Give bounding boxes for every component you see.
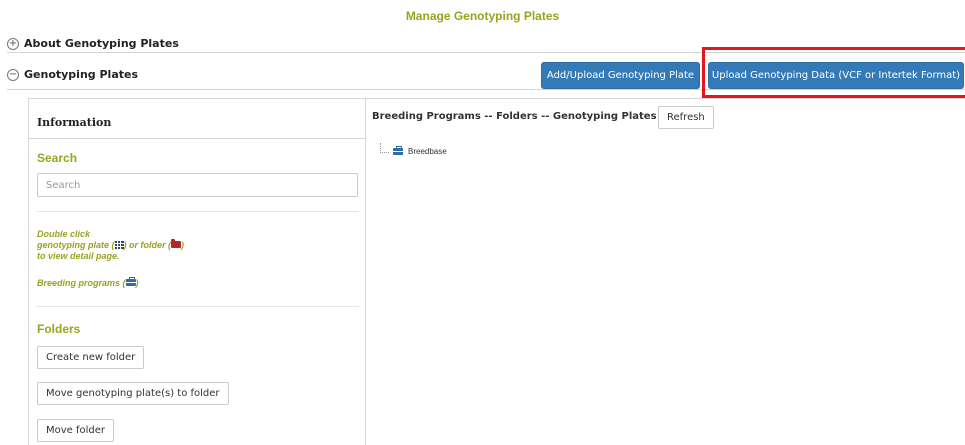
tree-connector: [380, 143, 389, 153]
tree-node-label[interactable]: Breedbase: [408, 147, 447, 156]
info-panel: Information Search Double click genotypi…: [28, 98, 366, 445]
briefcase-icon: [393, 146, 403, 155]
hint-programs: Breeding programs (): [37, 277, 139, 288]
refresh-button[interactable]: Refresh: [658, 106, 714, 129]
search-input[interactable]: [37, 173, 358, 197]
folder-icon: [171, 239, 181, 248]
info-header: Information: [37, 116, 112, 129]
divider: [28, 138, 365, 139]
expand-icon[interactable]: +: [7, 37, 19, 50]
divider: [36, 306, 359, 307]
search-heading: Search: [37, 151, 78, 165]
hint-line-2: genotyping plate () or folder (): [37, 239, 184, 250]
plates-section-label[interactable]: Genotyping Plates: [24, 68, 138, 81]
grid-icon: [114, 241, 124, 249]
create-folder-button[interactable]: Create new folder: [37, 346, 145, 369]
add-upload-plate-button[interactable]: Add/Upload Genotyping Plate: [541, 62, 700, 89]
move-plates-to-folder-button[interactable]: Move genotyping plate(s) to folder: [37, 382, 229, 405]
collapse-icon[interactable]: −: [7, 68, 19, 81]
hint-line-1: Double click: [37, 229, 91, 239]
briefcase-icon: [125, 277, 136, 286]
tree-node-breedbase[interactable]: Breedbase: [393, 146, 447, 156]
folders-heading: Folders: [37, 322, 81, 336]
divider: [36, 211, 359, 212]
highlight-annotation: [702, 47, 965, 98]
tree-panel-header: Breeding Programs -- Folders -- Genotypi…: [372, 111, 657, 122]
move-folder-button[interactable]: Move folder: [37, 419, 115, 442]
hint-line-3: to view detail page.: [37, 251, 120, 261]
page-title: Manage Genotyping Plates: [405, 9, 560, 23]
about-section-label[interactable]: About Genotyping Plates: [24, 37, 179, 50]
